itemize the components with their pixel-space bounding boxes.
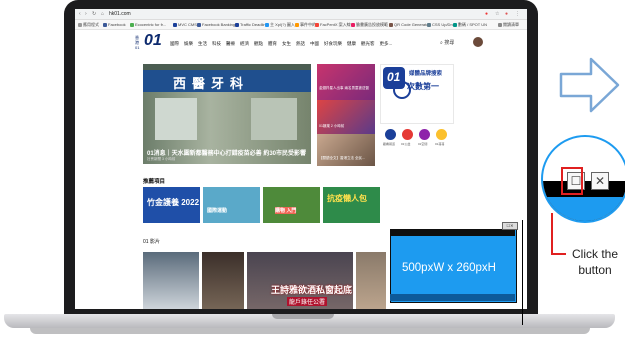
quick-link-label: 01公益: [401, 142, 411, 146]
recommended-card-label: 購物 入門: [275, 207, 297, 214]
nav-item[interactable]: 科技: [212, 41, 221, 46]
close-icon[interactable]: ✕: [591, 172, 609, 190]
reading-list[interactable]: 閱讀清單: [498, 22, 519, 28]
site-nav: 國際 娛樂 生活 科技 醫療 經濟 觀點 體育 女生 熱話 中國 好食玩樂 健康 觀光客 更多...: [170, 41, 397, 47]
bookmark-item[interactable]: FacPentX 案入線: [315, 22, 351, 28]
video-subcaption: 龍戶錄任公署: [287, 297, 328, 306]
recommended-card[interactable]: 購物 入門: [263, 187, 320, 223]
overlay-close-button[interactable]: ☐✕: [502, 222, 518, 230]
address-bar[interactable]: hk01.com: [109, 11, 131, 17]
video-thumb[interactable]: [202, 252, 244, 309]
nav-item[interactable]: 生活: [198, 41, 207, 46]
side-news-item[interactable]: 金翅羚星人出事 兩名男童被送醫: [317, 64, 375, 100]
nav-item[interactable]: 醫療: [226, 41, 235, 46]
profile-icon[interactable]: ●: [505, 11, 508, 17]
site-logo[interactable]: 01: [144, 32, 162, 50]
nav-item[interactable]: 好食玩樂: [324, 41, 342, 46]
bookmark-item[interactable]: 應用程式: [78, 22, 99, 28]
hero-article[interactable]: 西醫牙科 01消息｜天水圍新都醫務中心打錯疫苗必善 約30市民受影響 社會新聞 …: [143, 64, 311, 164]
recommended-card[interactable]: 抗疫懶人包: [323, 187, 380, 223]
videos-title: 01 影片: [143, 239, 160, 245]
video-thumb[interactable]: [143, 252, 199, 309]
side-news-text: 【閱讀全文】香港立法 全民...: [319, 156, 365, 160]
hero-sign-text: 西醫牙科: [173, 76, 250, 91]
nav-item[interactable]: 觀光客: [361, 41, 375, 46]
hero-meta: 社會新聞 3 小時前: [147, 157, 176, 161]
nav-item[interactable]: 觀點: [254, 41, 263, 46]
nav-item[interactable]: 熱話: [296, 41, 305, 46]
bookmark-item[interactable]: MVC CMS: [173, 22, 197, 27]
hero-headline[interactable]: 01消息｜天水圍新都醫務中心打錯疫苗必善 約30市民受影響: [147, 148, 306, 157]
avatar[interactable]: [473, 37, 483, 47]
bookmark-item[interactable]: 事件中的: [295, 22, 316, 28]
hero-window: [251, 98, 297, 140]
laptop-notch: [272, 314, 334, 319]
video-thumb[interactable]: [356, 252, 386, 309]
overlay-size-text: 500pxW x 260pxH: [402, 262, 496, 274]
callout-label: Click the button: [571, 247, 618, 277]
star-icon[interactable]: ☆: [495, 11, 499, 17]
recommended-card[interactable]: 國際運動: [203, 187, 260, 223]
reload-icon[interactable]: ↻: [92, 11, 96, 17]
forward-icon[interactable]: ›: [85, 11, 87, 17]
nav-item[interactable]: 中國: [310, 41, 319, 46]
recommended-card-label: 抗疫懶人包: [327, 194, 367, 203]
quick-link-label: 01哥哥: [435, 142, 445, 146]
site-logo-small: 香港01: [135, 35, 140, 50]
zoom-magnifier: ☐ ✕: [541, 135, 625, 223]
extension-icon[interactable]: ●: [485, 11, 488, 17]
home-icon[interactable]: ⌂: [101, 11, 104, 17]
menu-icon[interactable]: ⋮: [515, 11, 520, 17]
quick-link-icon[interactable]: [436, 129, 447, 140]
nav-item[interactable]: 經濟: [240, 41, 249, 46]
bookmark-item[interactable]: Facebook: [103, 22, 126, 27]
browser-toolbar: ‹ › ↻ ⌂ hk01.com ● ☆ ● ⋮: [75, 9, 527, 20]
search-label: 搜尋: [444, 40, 455, 46]
nav-item[interactable]: 體育: [268, 41, 277, 46]
overlay-controls: [390, 294, 515, 301]
overlay-header: [390, 229, 515, 236]
laptop-shadow: [30, 328, 590, 334]
hero-window: [155, 98, 197, 140]
recommended-card-label: 竹金護養 2022: [147, 198, 200, 207]
quick-link-icon[interactable]: [419, 129, 430, 140]
side-news-text: 01娛樂 2 小時前: [319, 124, 345, 128]
arrow-right-icon: [559, 57, 620, 113]
side-news-item[interactable]: 【閱讀全文】香港立法 全民...: [317, 134, 375, 166]
bookmark-item[interactable]: 臉書廣告投放模範: [351, 22, 388, 28]
nav-item[interactable]: 健康: [347, 41, 356, 46]
quick-link-icon[interactable]: [385, 129, 396, 140]
guide-line: [522, 220, 523, 325]
bookmark-item[interactable]: 主 Xpl(?) 圖入: [265, 22, 295, 28]
recommended-card[interactable]: 竹金護養 2022: [143, 187, 200, 223]
zoom-overlay-body: [543, 197, 625, 221]
highlight-box: [561, 167, 583, 195]
bookmark-item[interactable]: 數碼 / SPOT UN: [453, 22, 487, 28]
quick-link-icon[interactable]: [402, 129, 413, 140]
recommended-card-label: 國際運動: [207, 208, 228, 214]
nav-item[interactable]: 國際: [170, 41, 179, 46]
ad-line2: 次數第一: [407, 82, 439, 91]
quick-link-label: 01空間: [418, 142, 428, 146]
ad-line1: 媒體品牌搜索: [409, 71, 443, 77]
quick-link-label: 觀看報道: [383, 142, 396, 146]
bookmark-item[interactable]: Facebook Banking: [197, 22, 235, 27]
bookmark-item[interactable]: Traffic Deadlinc: [235, 22, 268, 27]
bookmarks-bar: 應用程式 Facebook Ecocentric for fr... MVC C…: [75, 20, 527, 30]
side-news-item[interactable]: 01娛樂 2 小時前: [317, 100, 375, 134]
video-caption: 王詩雅欲酒私窗起底: [271, 285, 353, 295]
search-button[interactable]: ⌕ 搜尋: [440, 39, 454, 46]
bookmark-item[interactable]: CSS Up/Dn: [427, 22, 453, 27]
callout-line: [551, 213, 553, 255]
back-icon[interactable]: ‹: [79, 11, 81, 17]
bookmark-item[interactable]: QR Code Generator: [389, 22, 430, 27]
bookmark-item[interactable]: Ecocentric for fr...: [130, 22, 166, 27]
nav-item[interactable]: 娛樂: [184, 41, 193, 46]
nav-item[interactable]: 女生: [282, 41, 291, 46]
recommended-title: 推薦項目: [143, 179, 166, 185]
nav-item[interactable]: 更多...: [380, 41, 393, 46]
side-news-text: 金翅羚星人出事 兩名男童被送醫: [319, 86, 369, 90]
